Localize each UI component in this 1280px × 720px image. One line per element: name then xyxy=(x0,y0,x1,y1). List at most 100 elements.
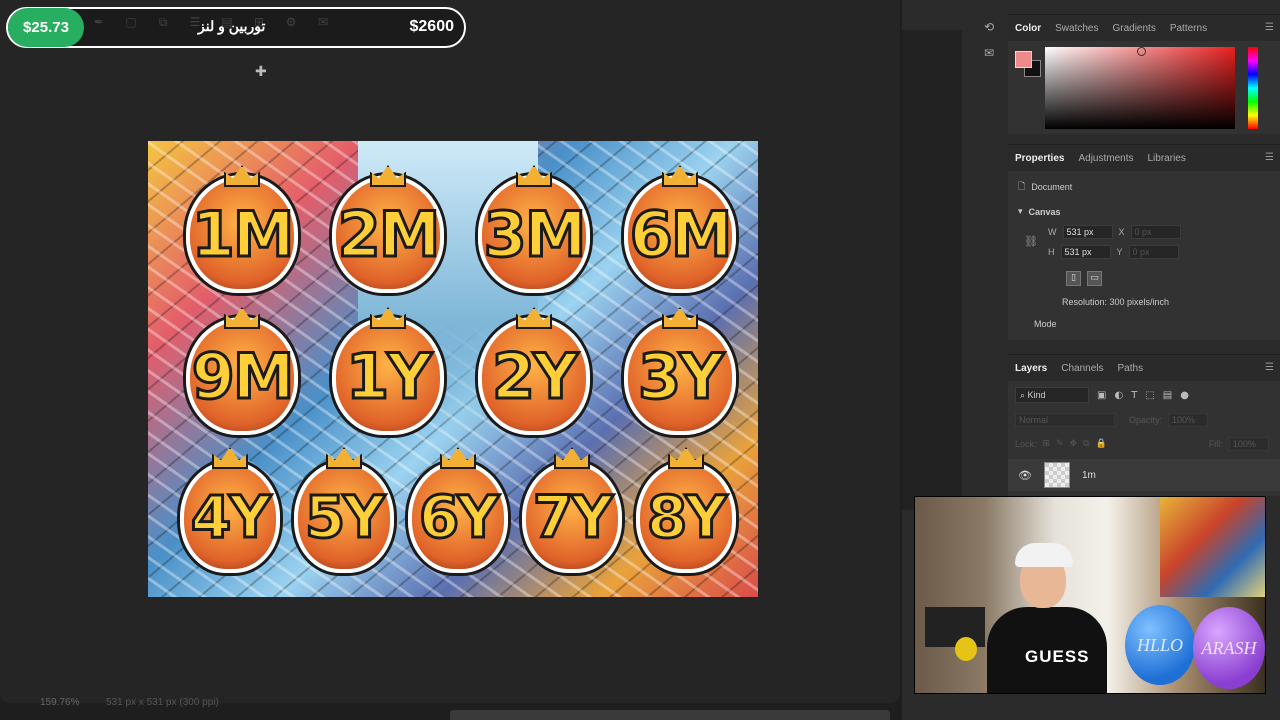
price-right-value: $2600 xyxy=(409,18,455,35)
dock-bar xyxy=(450,710,890,720)
adjustment-filter-icon[interactable]: ◐ xyxy=(1114,390,1123,401)
smart-object-filter-icon[interactable]: ▤ xyxy=(1163,390,1172,401)
link-dimensions-icon[interactable]: ⛓ xyxy=(1024,235,1038,248)
blend-mode-select[interactable]: Normal xyxy=(1015,413,1115,427)
badge-label: 8Y xyxy=(645,482,728,553)
zoom-level[interactable]: 159.76% xyxy=(40,697,79,708)
blue-balloon-text: HLLO xyxy=(1136,634,1184,655)
y-field[interactable]: 0 px xyxy=(1128,245,1179,259)
x-field[interactable]: 0 px xyxy=(1130,225,1181,239)
badge-row-3: 4Y 5Y 6Y 7Y 8Y xyxy=(148,447,758,583)
tab-patterns[interactable]: Patterns xyxy=(1170,23,1207,34)
document-info[interactable]: 531 px x 531 px (300 ppi) xyxy=(106,697,219,708)
crown-icon xyxy=(662,307,698,329)
purple-balloon: ARASH xyxy=(1193,607,1265,689)
tab-gradients[interactable]: Gradients xyxy=(1112,23,1155,34)
width-field[interactable]: 531 px xyxy=(1062,225,1113,239)
shape-filter-icon[interactable]: ⬚ xyxy=(1145,390,1154,401)
picker-handle[interactable] xyxy=(1137,47,1146,56)
crown-icon xyxy=(370,165,406,187)
resolution-text: Resolution: 300 pixels/inch xyxy=(1062,297,1170,307)
piano xyxy=(925,607,985,647)
milestone-badge: 2M xyxy=(316,165,460,299)
chevron-down-icon: ▾ xyxy=(1018,207,1023,217)
blend-row: Normal Opacity: 100% xyxy=(1015,413,1209,427)
crown-icon xyxy=(224,307,260,329)
layer-name[interactable]: 1m xyxy=(1082,470,1096,481)
fill-label: Fill: xyxy=(1208,439,1223,449)
panel-menu-icon[interactable]: ☰ xyxy=(1265,362,1274,373)
tab-channels[interactable]: Channels xyxy=(1061,363,1103,374)
height-field[interactable]: 531 px xyxy=(1060,245,1111,259)
y-label: Y xyxy=(1116,247,1123,257)
lock-brush-icon[interactable]: ✎ xyxy=(1056,439,1064,449)
lock-artboard-icon[interactable]: ⧉ xyxy=(1083,439,1089,449)
crown-icon xyxy=(668,447,704,469)
history-icon[interactable]: ⟲ xyxy=(984,20,994,34)
crown-icon xyxy=(370,307,406,329)
foreground-color-swatch[interactable] xyxy=(1015,51,1032,68)
crown-icon xyxy=(662,165,698,187)
milestone-badge: 3M xyxy=(462,165,606,299)
milestone-badge: 3Y xyxy=(608,307,752,441)
collapsed-dock-strip xyxy=(902,30,962,510)
x-label: X xyxy=(1118,227,1125,237)
tab-layers[interactable]: Layers xyxy=(1015,363,1047,374)
crown-icon xyxy=(224,165,260,187)
comments-icon[interactable]: ✉ xyxy=(984,46,994,60)
milestone-badge: 7Y xyxy=(515,447,629,583)
panel-menu-icon[interactable]: ☰ xyxy=(1265,152,1274,163)
tab-adjustments[interactable]: Adjustments xyxy=(1078,153,1133,164)
canvas-artwork[interactable]: 1M 2M 3M 6M 9M 1Y 2Y 3Y 4Y 5Y 6Y 7Y 8Y xyxy=(148,141,758,597)
hue-slider[interactable] xyxy=(1248,47,1258,129)
eye-icon[interactable]: 👁 xyxy=(1018,469,1032,482)
properties-panel-tabs: Properties Adjustments Libraries ☰ xyxy=(1008,145,1280,171)
badge-label: 4Y xyxy=(189,482,272,553)
lock-row: Lock: ⊞ ✎ ✥ ⧉ 🔒 Fill: 100% xyxy=(1015,437,1269,451)
kind-filter-select[interactable]: ⌕ Kind xyxy=(1015,387,1089,403)
image-filter-icon[interactable]: ▣ xyxy=(1097,390,1106,401)
opacity-label: Opacity: xyxy=(1129,415,1163,425)
document-icon: 🗋 xyxy=(1018,182,1026,192)
tab-libraries[interactable]: Libraries xyxy=(1148,153,1186,164)
width-row: W 531 px X 0 px xyxy=(1048,225,1181,239)
crown-icon xyxy=(516,307,552,329)
milestone-badge: 4Y xyxy=(173,447,287,583)
type-filter-icon[interactable]: T xyxy=(1131,390,1137,401)
layers-panel-tabs: Layers Channels Paths ☰ xyxy=(1008,355,1280,381)
crown-icon xyxy=(212,447,248,469)
kind-filter-label: Kind xyxy=(1027,390,1046,400)
filter-toggle-icon[interactable]: ● xyxy=(1180,390,1189,401)
tab-paths[interactable]: Paths xyxy=(1118,363,1144,374)
badge-label: 3Y xyxy=(636,338,725,414)
lock-pixels-icon[interactable]: ⊞ xyxy=(1043,439,1051,449)
tab-color[interactable]: Color xyxy=(1015,23,1041,34)
lock-move-icon[interactable]: ✥ xyxy=(1070,439,1078,449)
badge-label: 6M xyxy=(628,196,734,272)
purple-balloon-text: ARASH xyxy=(1201,637,1257,658)
color-picker-field[interactable] xyxy=(1045,47,1235,129)
layer-row[interactable]: 👁 1m xyxy=(1008,459,1280,491)
opacity-field[interactable]: 100% xyxy=(1168,413,1209,427)
color-panel: Color Swatches Gradients Patterns ☰ xyxy=(1008,14,1280,134)
lock-label: Lock: xyxy=(1015,439,1037,449)
badge-label: 6Y xyxy=(417,482,500,553)
badge-row-1: 1M 2M 3M 6M xyxy=(148,165,758,299)
milestone-badge: 1Y xyxy=(316,307,460,441)
canvas-section-header[interactable]: ▾ Canvas xyxy=(1018,207,1061,217)
crown-icon xyxy=(326,447,362,469)
lock-all-icon[interactable]: 🔒 xyxy=(1096,439,1107,449)
badge-label: 3M xyxy=(482,196,588,272)
landscape-orientation-icon[interactable]: ▭ xyxy=(1087,271,1102,286)
canvas-section-label: Canvas xyxy=(1028,207,1061,217)
milestone-badge: 5Y xyxy=(287,447,401,583)
tab-properties[interactable]: Properties xyxy=(1015,153,1064,164)
panel-menu-icon[interactable]: ☰ xyxy=(1265,22,1274,33)
portrait-orientation-icon[interactable]: ▯ xyxy=(1066,271,1081,286)
badge-label: 9M xyxy=(190,338,296,414)
height-label: H xyxy=(1048,247,1055,257)
tab-swatches[interactable]: Swatches xyxy=(1055,23,1098,34)
person-cap xyxy=(1015,543,1073,567)
badge-label: 1M xyxy=(190,196,296,272)
fill-field[interactable]: 100% xyxy=(1228,437,1269,451)
